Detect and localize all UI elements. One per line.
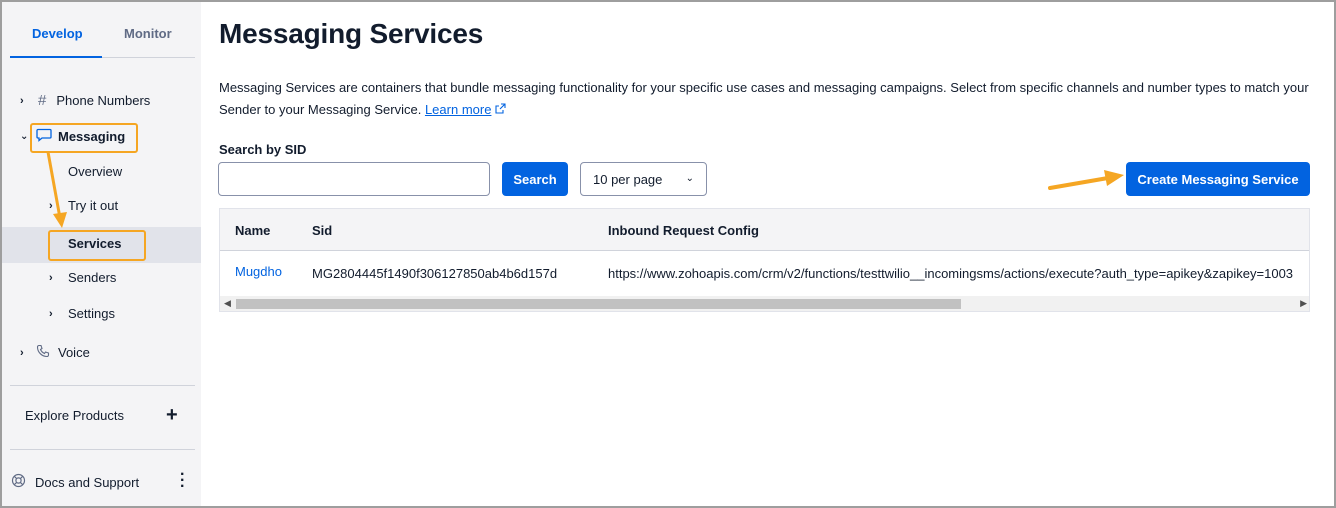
highlight-box-messaging [30,123,138,153]
sidebar-item-voice[interactable]: › Voice [20,344,90,361]
per-page-value: 10 per page [593,171,663,187]
sidebar-item-phone-numbers[interactable]: › # Phone Numbers [20,92,150,109]
docs-and-support[interactable]: Docs and Support [11,473,139,491]
sidebar-divider [10,449,195,450]
explore-products-label: Explore Products [25,408,124,423]
sidebar-item-try-it-out[interactable]: › Try it out [49,198,118,213]
column-header-name[interactable]: Name [235,223,270,238]
page-description: Messaging Services are containers that b… [219,77,1309,121]
sidebar-item-overview[interactable]: Overview [68,164,122,179]
phone-icon [36,344,50,361]
column-header-inbound-config[interactable]: Inbound Request Config [608,223,759,238]
lifebuoy-icon [11,473,26,491]
sidebar-item-label: Overview [68,164,123,179]
scroll-right-icon[interactable]: ▶ [1300,298,1307,309]
horizontal-scrollbar[interactable]: ◀ ▶ [220,296,1309,311]
table-header: Name Sid Inbound Request Config [220,209,1309,251]
chevron-right-icon: › [49,307,53,320]
explore-products[interactable]: Explore Products [25,408,124,423]
column-header-sid[interactable]: Sid [312,223,332,238]
chevron-right-icon: › [20,94,24,107]
tab-develop[interactable]: Develop [32,26,83,41]
sidebar-item-settings[interactable]: › Settings [49,306,115,321]
per-page-select[interactable]: 10 per page ⌄ [580,162,707,196]
learn-more-label: Learn more [424,102,492,117]
inbound-request-url: https://www.zohoapis.com/crm/v2/function… [608,266,1294,281]
sidebar: Develop Monitor › # Phone Numbers ⌄ Mess… [2,2,201,506]
sidebar-item-label: Voice [58,345,90,360]
tab-monitor[interactable]: Monitor [124,26,172,41]
more-options-icon[interactable]: · · · [180,467,185,495]
scroll-left-icon[interactable]: ◀ [224,298,231,309]
sidebar-item-label: Phone Numbers [56,93,151,108]
service-name-link[interactable]: Mugdho [235,264,282,279]
highlight-box-services [48,230,146,261]
search-button[interactable]: Search [502,162,568,196]
create-messaging-service-button[interactable]: Create Messaging Service [1126,162,1310,196]
sidebar-divider [10,385,195,386]
sidebar-tabs: Develop Monitor [10,2,195,58]
description-text: Messaging Services are containers that b… [219,80,1309,117]
plus-icon[interactable]: + [166,404,178,427]
chevron-down-icon: ⌄ [20,131,29,142]
sid-search-input[interactable] [218,162,490,196]
service-sid: MG2804445f1490f306127850ab4b6d157d [312,266,558,281]
active-tab-indicator [10,56,102,58]
sidebar-item-label: Settings [68,306,115,321]
chevron-right-icon: › [20,346,24,359]
sidebar-item-label: Try it out [68,198,119,213]
services-table: Name Sid Inbound Request Config Mugdho M… [219,208,1310,312]
hash-icon: # [38,92,47,109]
chevron-right-icon: › [49,271,53,284]
docs-support-label: Docs and Support [35,474,140,490]
chevron-down-icon: ⌄ [685,173,694,184]
chevron-right-icon: › [49,199,53,212]
search-label: Search by SID [219,142,307,157]
sidebar-item-senders[interactable]: › Senders [49,270,116,285]
main-content: Messaging Services Messaging Services ar… [201,2,1334,506]
external-link-icon [495,102,506,117]
page-title: Messaging Services [219,18,484,49]
sidebar-item-label: Senders [68,270,117,285]
scrollbar-thumb[interactable] [236,299,961,309]
learn-more-link[interactable]: Learn more [425,102,491,117]
